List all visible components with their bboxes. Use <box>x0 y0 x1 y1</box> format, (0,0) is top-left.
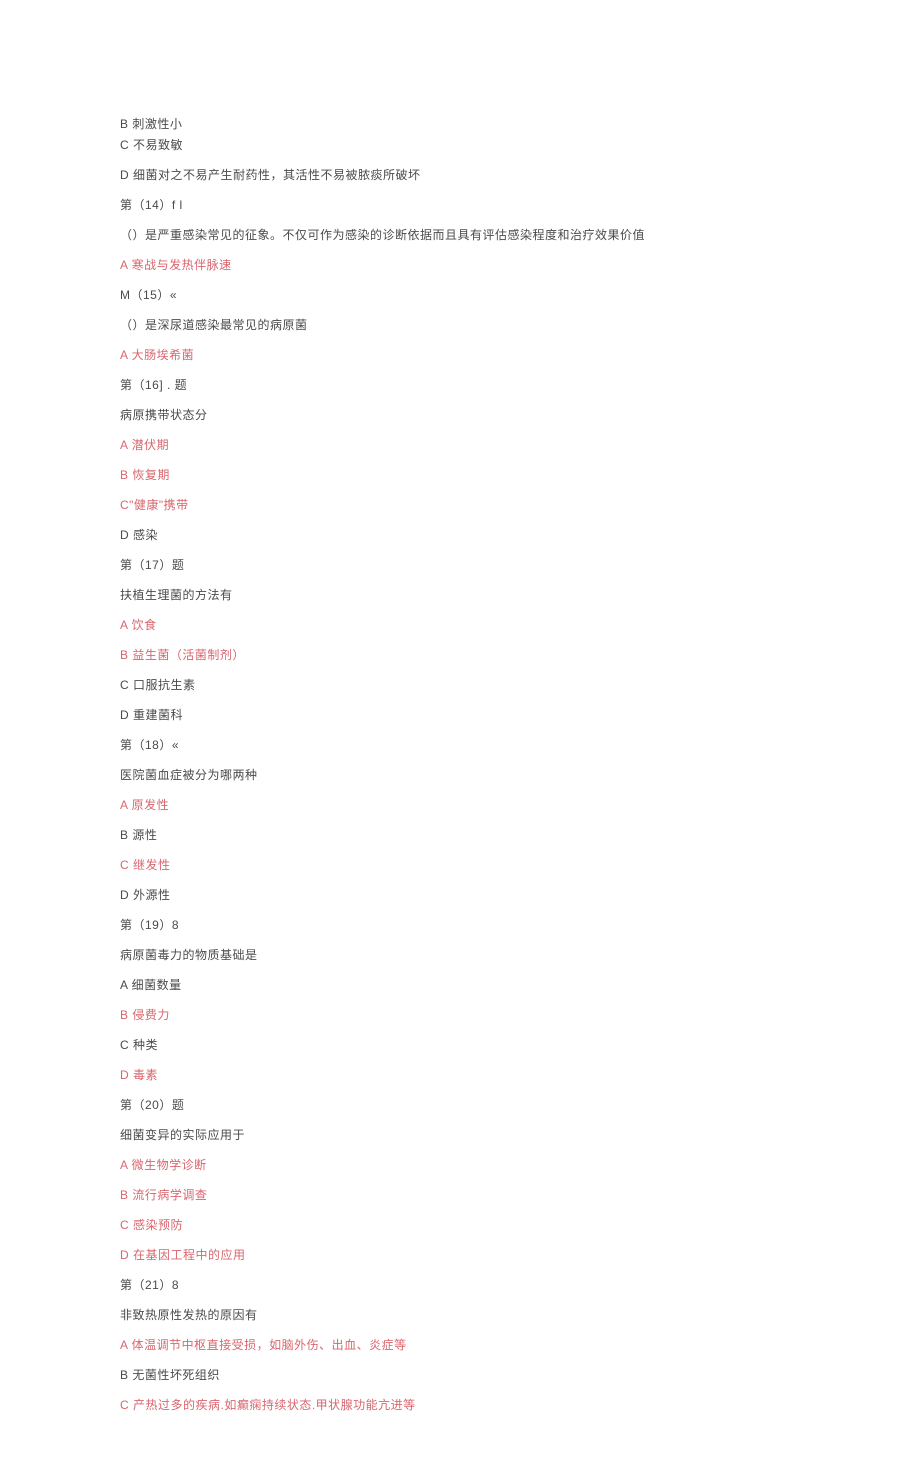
text-line: B 恢复期 <box>120 466 800 484</box>
text-line: 扶植生理菌的方法有 <box>120 586 800 604</box>
text-line: A 寒战与发热伴脉速 <box>120 256 800 274</box>
text-line: C 种类 <box>120 1036 800 1054</box>
text-line: 第（16] . 题 <box>120 376 800 394</box>
text-line: 第（19）8 <box>120 916 800 934</box>
text-line: A 体温调节中枢直接受损，如脑外伤、出血、炎症等 <box>120 1336 800 1354</box>
text-line: D 重建菌科 <box>120 706 800 724</box>
text-line: D 细菌对之不易产生耐药性，其活性不易被脓痰所破坏 <box>120 166 800 184</box>
text-line: 第（17）题 <box>120 556 800 574</box>
text-line: D 毒素 <box>120 1066 800 1084</box>
text-line: A 潜伏期 <box>120 436 800 454</box>
text-line: M（15）« <box>120 286 800 304</box>
text-line: A 原发性 <box>120 796 800 814</box>
text-line: D 感染 <box>120 526 800 544</box>
text-line: B 刺激性小 <box>120 115 800 133</box>
text-line: C 口服抗生素 <box>120 676 800 694</box>
text-line: D 外源性 <box>120 886 800 904</box>
document-page: B 刺激性小 C 不易致敏 D 细菌对之不易产生耐药性，其活性不易被脓痰所破坏第（1… <box>0 0 920 1476</box>
text-line: 第（20）题 <box>120 1096 800 1114</box>
text-line: A 饮食 <box>120 616 800 634</box>
text-line: A 细菌数量 <box>120 976 800 994</box>
text-line: C 继发性 <box>120 856 800 874</box>
text-line: D 在基因工程中的应用 <box>120 1246 800 1264</box>
text-line: 第（18）« <box>120 736 800 754</box>
text-line: （）是深尿道感染最常见的病原菌 <box>120 316 800 334</box>
text-line: （）是严重感染常见的征象。不仅可作为感染的诊断依据而且具有评估感染程度和治疗效果… <box>120 226 800 244</box>
text-line: A 大肠埃希菌 <box>120 346 800 364</box>
text-line: 细菌变异的实际应用于 <box>120 1126 800 1144</box>
text-line: B 益生菌（活菌制剂） <box>120 646 800 664</box>
text-line: B 无菌性坏死组织 <box>120 1366 800 1384</box>
text-line: B 流行病学调查 <box>120 1186 800 1204</box>
text-line: C 产热过多的疾病.如癫痫持续状态.甲状腺功能亢进等 <box>120 1396 800 1414</box>
text-line: 医院菌血症被分为哪两种 <box>120 766 800 784</box>
text-line: 第（14）f l <box>120 196 800 214</box>
text-line: B 源性 <box>120 826 800 844</box>
text-line: C 不易致敏 <box>120 136 800 154</box>
text-line: A 微生物学诊断 <box>120 1156 800 1174</box>
text-line: 非致热原性发热的原因有 <box>120 1306 800 1324</box>
text-line: 病原菌毒力的物质基础是 <box>120 946 800 964</box>
text-line: B 侵费力 <box>120 1006 800 1024</box>
text-line: 病原携带状态分 <box>120 406 800 424</box>
text-line: 第（21）8 <box>120 1276 800 1294</box>
text-line: C"健康"携带 <box>120 496 800 514</box>
text-line: C 感染预防 <box>120 1216 800 1234</box>
